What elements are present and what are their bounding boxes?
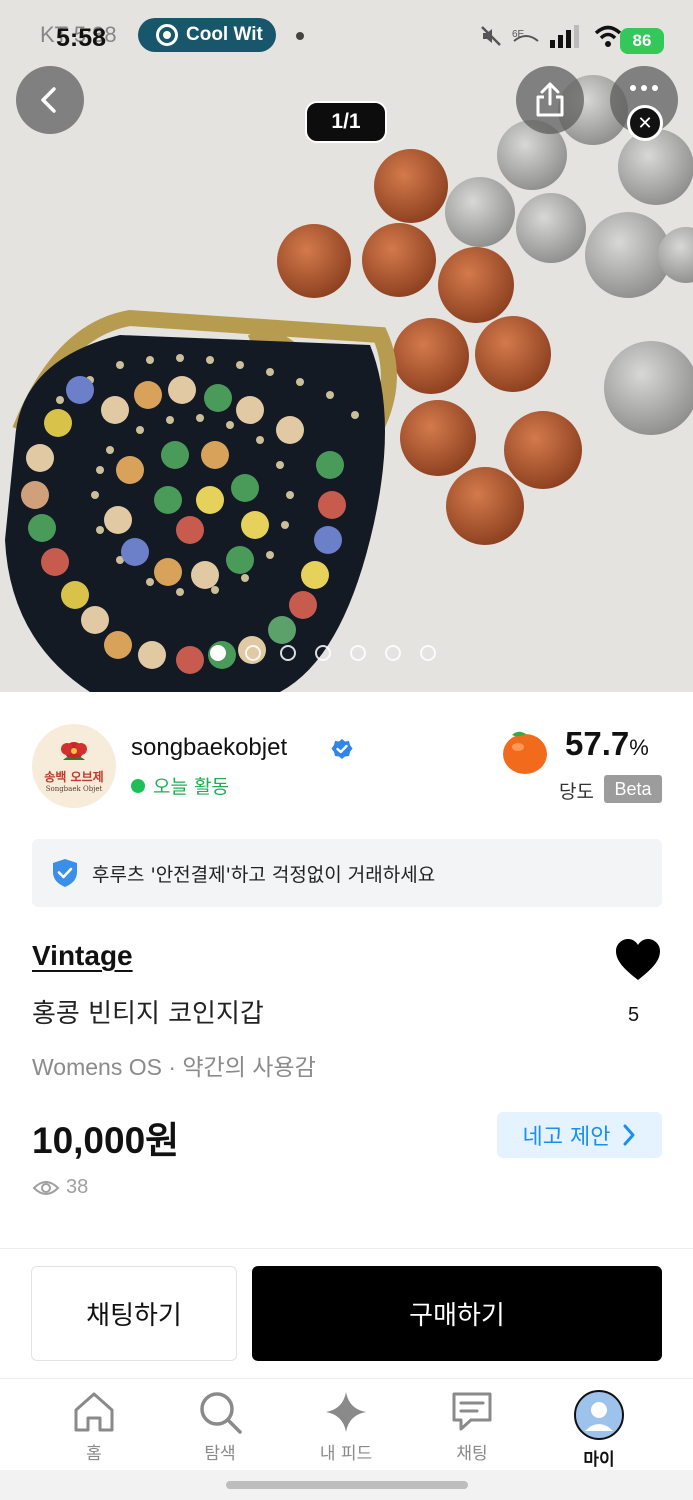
share-icon bbox=[536, 82, 564, 117]
system-icons: 6E bbox=[480, 20, 622, 52]
photo-pagination[interactable] bbox=[210, 645, 436, 661]
like-heart-icon[interactable] bbox=[614, 938, 662, 982]
avatar-brand-ko: 송백 오브제 bbox=[44, 769, 104, 784]
offer-button-label: 네고 제안 bbox=[522, 1125, 611, 1150]
buy-button-label: 구매하기 bbox=[409, 1301, 505, 1331]
divider bbox=[0, 1248, 693, 1249]
camera-indicator-dot bbox=[296, 32, 304, 40]
tab-my-feed[interactable]: 내 피드 bbox=[296, 1389, 396, 1464]
verified-badge-icon bbox=[331, 739, 353, 759]
tab-label-feed: 내 피드 bbox=[319, 1444, 373, 1464]
tab-chat[interactable]: 채팅 bbox=[422, 1389, 522, 1464]
chat-button[interactable]: 채팅하기 bbox=[31, 1266, 237, 1361]
sweetness-label: 당도 bbox=[559, 781, 594, 803]
search-icon bbox=[200, 1392, 242, 1434]
chat-icon bbox=[452, 1392, 492, 1431]
orange-fruit-icon bbox=[503, 731, 547, 774]
product-title: 홍콩 빈티지 코인지갑 bbox=[32, 999, 264, 1029]
battery-level: 86 bbox=[632, 31, 652, 50]
seller-section[interactable]: 송백 오브제 Songbaek Objet songbaekobjet 오늘 활… bbox=[0, 692, 693, 832]
tab-label-chat: 채팅 bbox=[456, 1444, 488, 1464]
lte-icon: 6E bbox=[512, 29, 539, 42]
profile-icon bbox=[574, 1390, 624, 1440]
live-activity-label: Cool Wit bbox=[186, 24, 263, 45]
safe-payment-notice[interactable]: 후루츠 '안전결제'하고 걱정없이 거래하세요 bbox=[32, 839, 662, 907]
buy-button[interactable]: 구매하기 bbox=[252, 1266, 662, 1361]
battery-indicator: 86 bbox=[620, 28, 664, 54]
seller-name[interactable]: songbaekobjet bbox=[131, 734, 287, 762]
product-brand-link[interactable]: Vintage bbox=[32, 940, 133, 972]
pagination-dot[interactable] bbox=[210, 645, 226, 661]
pagination-dot[interactable] bbox=[385, 645, 401, 661]
photo-page-counter: 1/1 bbox=[305, 101, 387, 143]
tab-my[interactable]: 마이 bbox=[549, 1389, 649, 1470]
tab-search[interactable]: 탐색 bbox=[170, 1389, 270, 1464]
tab-label-my: 마이 bbox=[583, 1450, 615, 1470]
view-count: 38 bbox=[32, 1176, 88, 1199]
seller-activity: 오늘 활동 bbox=[131, 772, 229, 799]
chat-button-label: 채팅하기 bbox=[86, 1301, 182, 1331]
pagination-dot[interactable] bbox=[350, 645, 366, 661]
seller-avatar[interactable]: 송백 오브제 Songbaek Objet bbox=[32, 724, 116, 808]
share-button[interactable] bbox=[516, 66, 584, 134]
online-status-dot bbox=[131, 778, 145, 793]
activity-label: 오늘 활동 bbox=[153, 776, 229, 798]
more-icon bbox=[630, 85, 658, 91]
status-time: 5:58 bbox=[56, 24, 107, 52]
mute-icon bbox=[481, 26, 501, 46]
product-price: 10,000원 bbox=[32, 1120, 180, 1161]
pagination-dot[interactable] bbox=[280, 645, 296, 661]
pagination-dot[interactable] bbox=[315, 645, 331, 661]
pagination-dot[interactable] bbox=[420, 645, 436, 661]
offer-button[interactable]: 네고 제안 bbox=[497, 1112, 662, 1158]
sweetness-unit: % bbox=[629, 735, 649, 760]
back-button[interactable] bbox=[16, 66, 84, 134]
like-count: 5 bbox=[628, 1004, 640, 1026]
product-meta: Womens OS · 약간의 사용감 bbox=[32, 1054, 316, 1080]
view-count-value: 38 bbox=[66, 1176, 89, 1198]
signal-icon bbox=[550, 25, 579, 48]
sweetness-score: 57.7% bbox=[565, 725, 649, 763]
home-indicator[interactable] bbox=[226, 1481, 468, 1489]
home-icon bbox=[74, 1392, 114, 1432]
pagination-dot[interactable] bbox=[245, 645, 261, 661]
chevron-left-icon bbox=[41, 87, 56, 113]
tab-home[interactable]: 홈 bbox=[44, 1389, 144, 1464]
avatar-brand-en: Songbaek Objet bbox=[45, 784, 103, 793]
chevron-right-icon bbox=[623, 1124, 635, 1146]
tab-label-home: 홈 bbox=[86, 1444, 102, 1464]
close-overlay-button[interactable]: ✕ bbox=[627, 105, 663, 141]
live-activity-icon bbox=[156, 24, 178, 46]
beta-badge: Beta bbox=[604, 775, 662, 803]
status-bar: KT 5:38 5:58 Cool Wit 6E 86 bbox=[0, 0, 693, 72]
wifi-icon bbox=[594, 25, 622, 47]
live-activity-pill[interactable]: Cool Wit bbox=[138, 18, 276, 52]
eye-icon bbox=[32, 1180, 60, 1195]
product-photo[interactable]: KT 5:38 5:58 Cool Wit 6E 86 1/1 ✕ bbox=[0, 0, 693, 692]
sweetness-value: 57.7 bbox=[565, 725, 630, 762]
shield-check-icon bbox=[53, 859, 77, 887]
camellia-flower-icon bbox=[61, 741, 87, 760]
safe-payment-text: 후루츠 '안전결제'하고 걱정없이 거래하세요 bbox=[92, 863, 436, 886]
sparkle-icon bbox=[326, 1392, 366, 1432]
tab-label-search: 탐색 bbox=[204, 1444, 236, 1464]
